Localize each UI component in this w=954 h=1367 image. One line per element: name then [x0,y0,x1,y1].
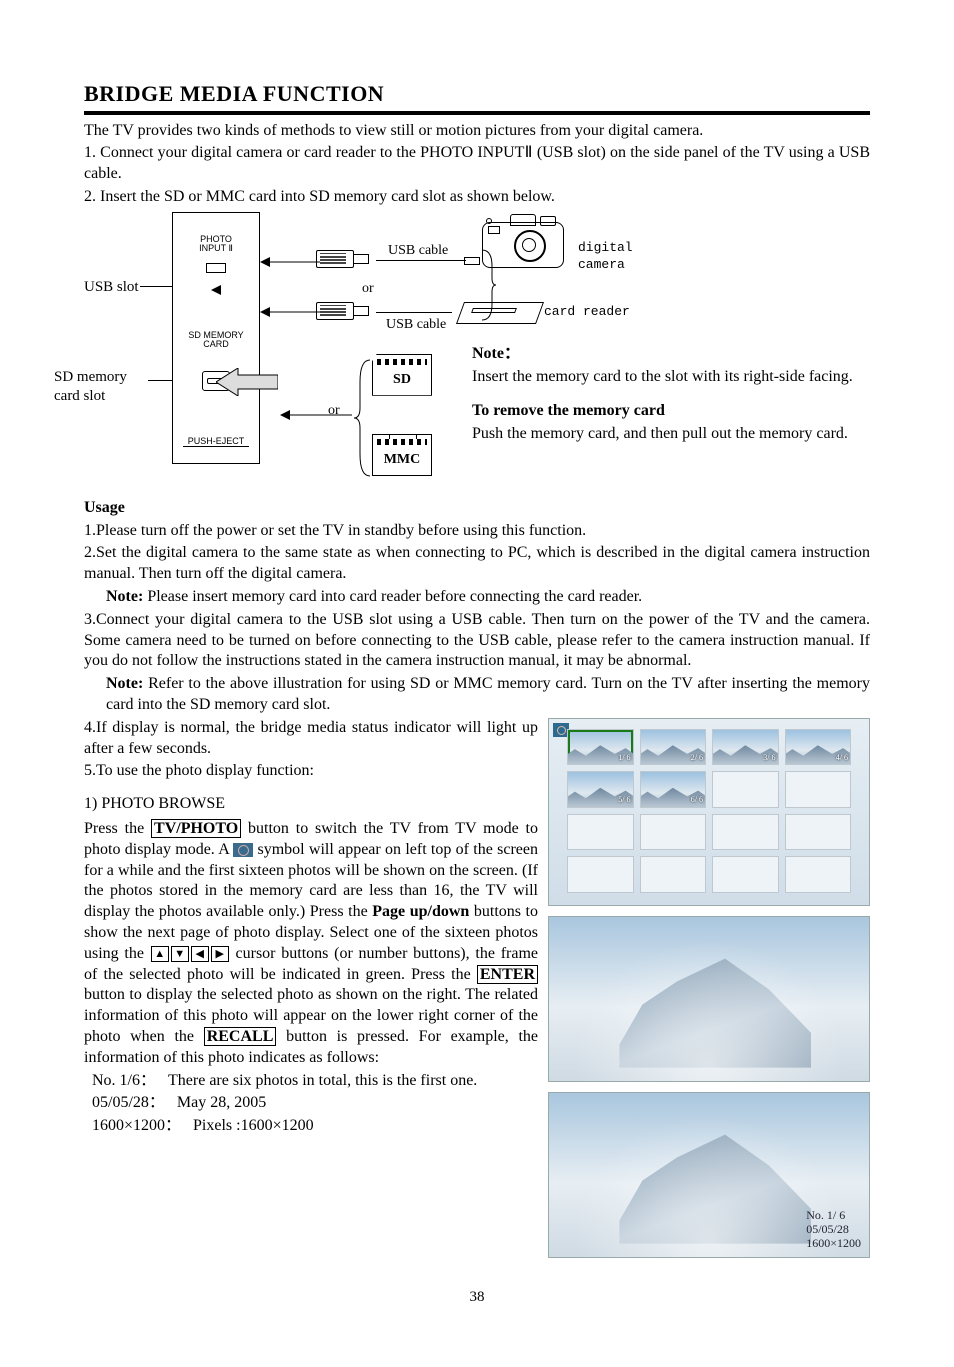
title-underline [84,111,870,115]
right-column: 1/ 6 2/ 6 3/ 6 4/ 6 5/ 6 6/ 6 [548,718,870,1258]
camera-icon [482,212,562,266]
overlay-line-2: 05/05/28 [806,1222,861,1236]
sd-slot-label: SD memory card slot [54,368,154,407]
usage-note-2: Note: Please insert memory card into car… [84,587,870,608]
camera-mode-icon [233,843,253,857]
cable-line-top [376,260,466,261]
usb-slot-pointer [140,286,172,287]
mmc-card-icon: MMC [372,434,432,476]
thumb-empty [712,856,779,893]
usage-item-4: 4.If display is normal, the bridge media… [84,718,538,760]
sd-card-label: SD [373,371,431,389]
thumb-empty [712,771,779,808]
thumbnail-panel: 1/ 6 2/ 6 3/ 6 4/ 6 5/ 6 6/ 6 [548,718,870,906]
selected-photo-with-info: No. 1/ 6 05/05/28 1600×1200 [548,1092,870,1258]
usb-slot-label: USB slot [84,278,139,298]
usage-note-3-line1: Note: Refer to the above illustration fo… [84,674,870,716]
page-title: BRIDGE MEDIA FUNCTION [84,80,870,109]
cable-line-bottom [376,312,452,313]
thumb-empty [785,856,852,893]
thumb-empty [567,814,634,851]
info-row-2: 1600×1200： Pixels :1600×1200 [92,1116,538,1137]
insert-arrow-icon [216,368,278,396]
sd-card-icon: SD [372,354,432,396]
usage-item-2: 2.Set the digital camera to the same sta… [84,543,870,585]
thumb-2: 2/ 6 [640,729,707,766]
usage-heading: Usage [84,498,870,519]
note-heading: Note： [472,345,520,362]
cursor-down-icon: ▼ [171,946,189,962]
thumb-4: 4/ 6 [785,729,852,766]
cursor-left-icon: ◀ [191,946,209,962]
overlay-line-1: No. 1/ 6 [806,1208,861,1222]
usb-plug-bottom-icon [316,300,372,320]
thumb-1: 1/ 6 [567,729,634,766]
lower-columns: 4.If display is normal, the bridge media… [84,718,870,1258]
usb-arrow-icon [211,285,221,295]
thumb-empty [785,814,852,851]
card-reader-label: card reader [544,304,630,321]
connection-diagram: PHOTO INPUT Ⅱ SD MEMORY CARD PUSH-EJECT … [84,212,870,492]
photo-info-list: No. 1/6： There are six photos in total, … [84,1071,538,1137]
usb-cable-label-bottom: USB cable [386,316,446,334]
usage-item-5: 5.To use the photo display function: [84,761,538,782]
thumb-empty [640,856,707,893]
thumb-empty [640,814,707,851]
overlay-line-3: 1600×1200 [806,1236,861,1250]
photo-browse-heading: 1) PHOTO BROWSE [84,794,538,815]
thumb-empty [712,814,779,851]
thumb-6: 6/ 6 [640,771,707,808]
usb-port-icon [206,263,226,273]
or-label-top: or [362,280,374,298]
info-row-1: 05/05/28： May 28, 2005 [92,1093,538,1114]
photo-info-overlay: No. 1/ 6 05/05/28 1600×1200 [806,1208,861,1251]
usage-section: Usage 1.Please turn off the power or set… [84,498,870,716]
selected-photo-preview [548,916,870,1082]
remove-text: Push the memory card, and then pull out … [472,424,870,445]
page-up-down-label: Page up/down [372,903,469,920]
tv-photo-button: TV/PHOTO [151,819,241,838]
enter-button: ENTER [477,965,538,984]
thumb-3: 3/ 6 [712,729,779,766]
left-column: 4.If display is normal, the bridge media… [84,718,538,1258]
card-reader-icon [460,302,538,324]
cursor-up-icon: ▲ [151,946,169,962]
thumbnail-grid: 1/ 6 2/ 6 3/ 6 4/ 6 5/ 6 6/ 6 [567,729,851,893]
mmc-card-label: MMC [373,451,431,469]
usage-item-3: 3.Connect your digital camera to the USB… [84,610,870,672]
page-number: 38 [84,1288,870,1308]
digital-camera-label: digital camera [578,240,633,274]
remove-heading: To remove the memory card [472,402,665,419]
cursor-right-icon: ▶ [211,946,229,962]
recall-button: RECALL [204,1027,277,1046]
arrow-to-usb-top [260,254,320,270]
arrow-to-usb-bottom [260,304,320,320]
tv-side-panel: PHOTO INPUT Ⅱ SD MEMORY CARD PUSH-EJECT [172,212,260,464]
panel-sd-memory-label: SD MEMORY CARD [173,331,259,350]
thumb-empty [785,771,852,808]
photo-browse-paragraph: Press the TV/PHOTO button to switch the … [84,819,538,1069]
note-text: Insert the memory card to the slot with … [472,367,870,388]
thumb-empty [567,856,634,893]
intro-text: The TV provides two kinds of methods to … [84,121,870,142]
card-brace-arrow [280,408,352,422]
usage-item-1: 1.Please turn off the power or set the T… [84,521,870,542]
card-brace-icon [352,358,372,478]
sd-slot-pointer [148,380,172,381]
intro-item-2: 2. Insert the SD or MMC card into SD mem… [84,187,870,208]
intro-item-1: 1. Connect your digital camera or card r… [84,143,870,185]
usb-cable-label-top: USB cable [388,242,448,260]
diagram-note-block: Note： Insert the memory card to the slot… [472,344,870,447]
panel-photo-input-label: PHOTO INPUT Ⅱ [173,235,259,254]
usb-plug-top-icon [316,248,372,268]
info-row-0: No. 1/6： There are six photos in total, … [92,1071,538,1092]
thumb-5: 5/ 6 [567,771,634,808]
